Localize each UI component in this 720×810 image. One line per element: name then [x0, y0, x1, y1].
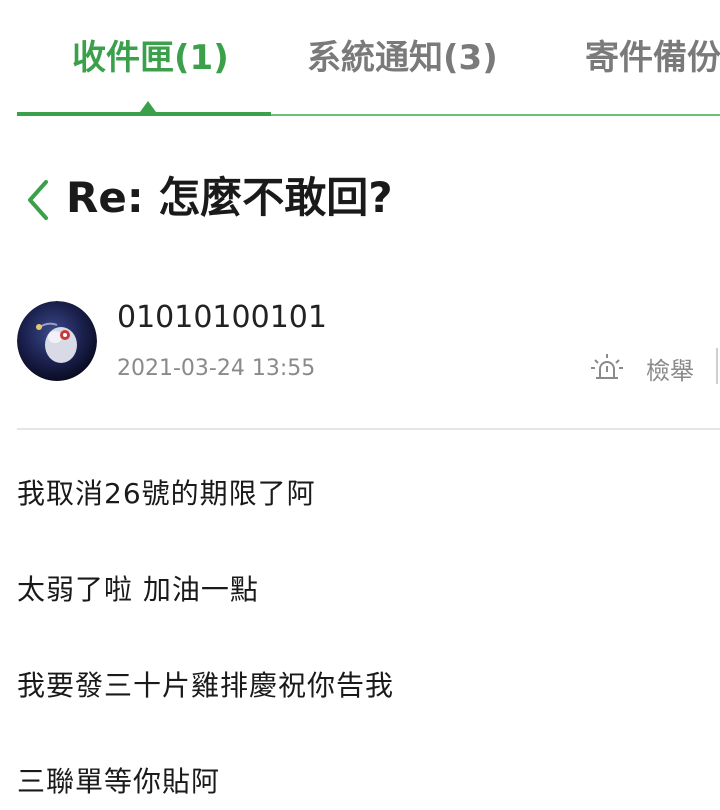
message-date: 2021-03-24 13:55 — [117, 356, 316, 381]
siren-icon — [591, 354, 623, 379]
report-button[interactable]: 檢舉 — [590, 348, 694, 388]
tab-sent-backup[interactable]: 寄件備份 — [585, 36, 720, 80]
active-tab-indicator — [17, 112, 271, 116]
header-divider — [17, 428, 720, 430]
avatar-image — [17, 301, 97, 381]
message-body-line: 三聯單等你貼阿 — [17, 765, 221, 798]
sender-name[interactable]: 01010100101 — [117, 298, 327, 338]
chevron-left-icon — [28, 180, 48, 220]
action-divider — [716, 348, 718, 384]
message-title: Re: 怎麼不敢回? — [66, 173, 393, 222]
active-tab-caret — [140, 101, 156, 112]
mailbox-tabs: 收件匣(1) 系統通知(3) 寄件備份 — [0, 0, 720, 118]
back-button[interactable] — [22, 178, 56, 222]
tab-inbox[interactable]: 收件匣(1) — [72, 36, 229, 80]
message-body-line: 我要發三十片雞排慶祝你告我 — [17, 669, 395, 702]
message-body-line: 太弱了啦 加油一點 — [17, 573, 259, 606]
report-label: 檢舉 — [646, 356, 694, 385]
message-body-line: 我取消26號的期限了阿 — [17, 477, 316, 510]
sender-avatar[interactable] — [17, 301, 97, 381]
tab-system-notifications[interactable]: 系統通知(3) — [307, 36, 498, 80]
